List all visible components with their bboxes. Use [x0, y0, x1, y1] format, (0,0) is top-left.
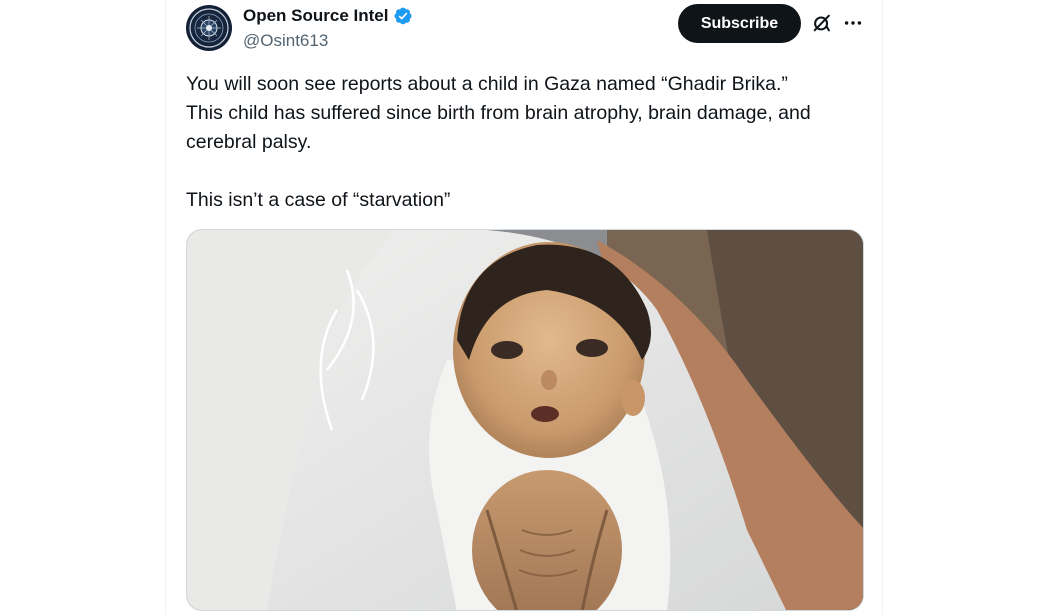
author-handle[interactable]: @Osint613 — [243, 31, 328, 51]
tweet-text: You will soon see reports about a child … — [186, 73, 811, 211]
subscribe-button[interactable]: Subscribe — [678, 4, 801, 43]
author-name[interactable]: Open Source Intel — [243, 6, 388, 26]
author-name-row[interactable]: Open Source Intel — [243, 6, 413, 26]
infant-photo-illustration — [187, 230, 863, 610]
avatar[interactable] — [186, 5, 232, 51]
grok-icon[interactable] — [811, 12, 833, 34]
tweet-card: Open Source Intel @Osint613 Subscribe Yo… — [165, 0, 883, 614]
verified-badge-icon — [394, 7, 413, 25]
osint-emblem-icon — [189, 8, 229, 48]
more-dots-icon[interactable] — [842, 12, 864, 34]
tweet-photo[interactable] — [186, 229, 864, 611]
